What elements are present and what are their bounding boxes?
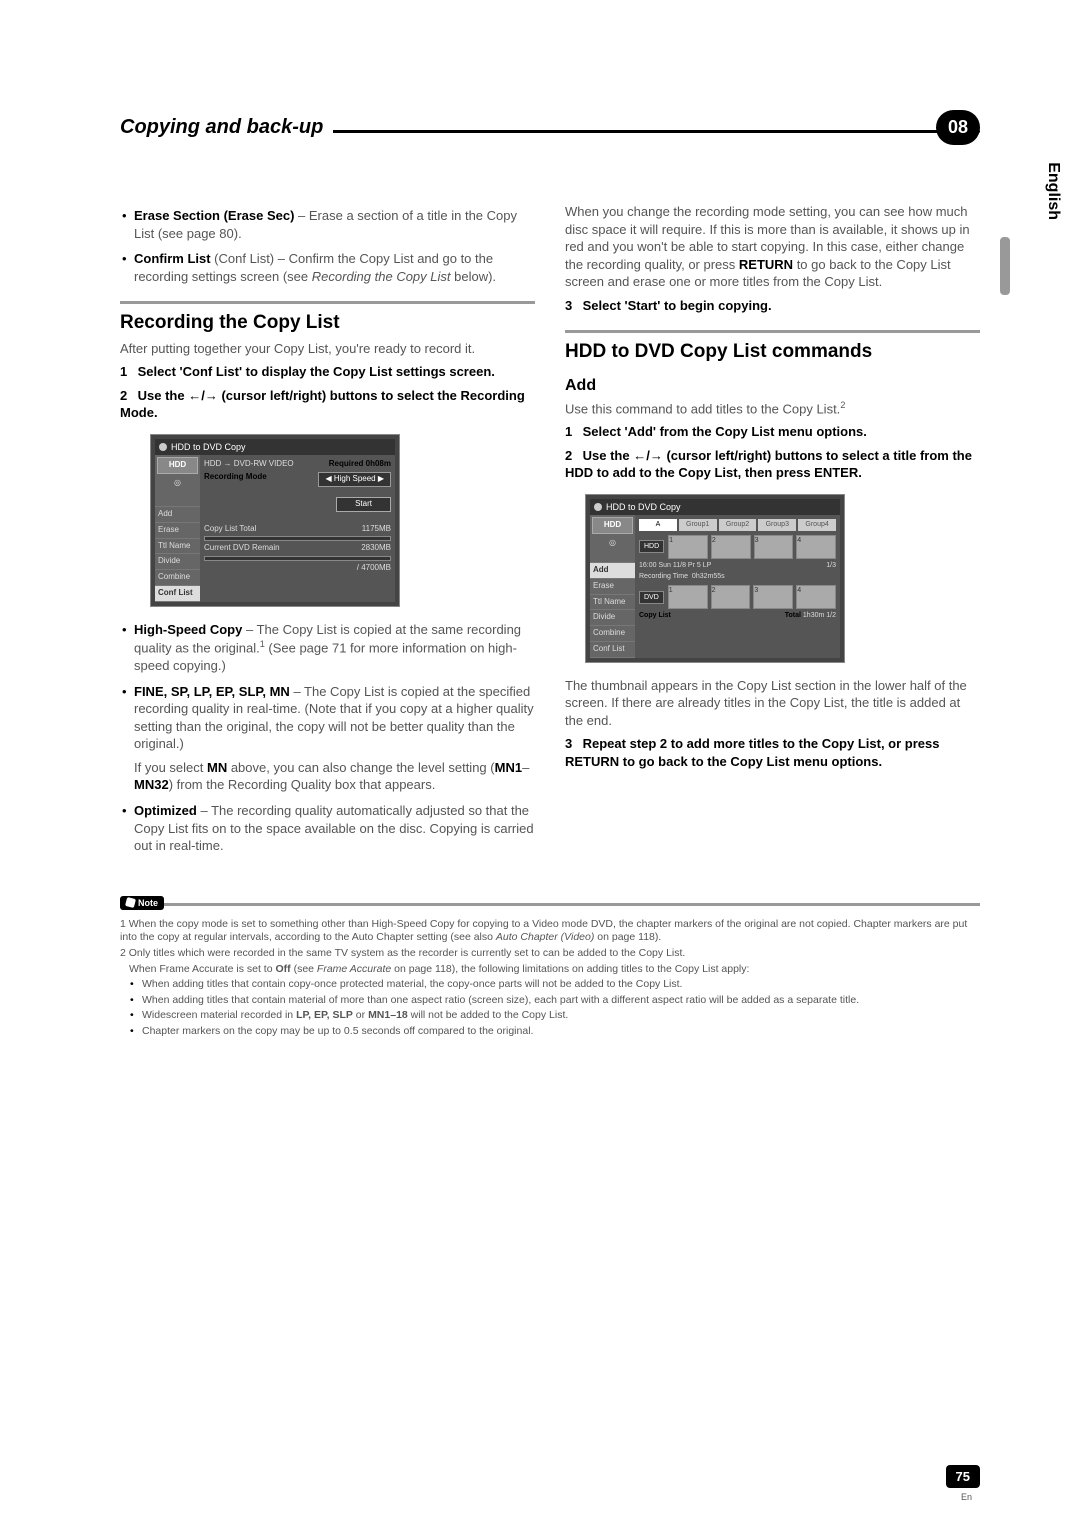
note-divider: Note [120,903,980,906]
thumb: 1 [668,585,708,609]
note-bullet: When adding titles that contain material… [142,994,980,1008]
start-button: Start [336,497,391,512]
ss1-sidebar: HDD ◎ Add Erase Ttl Name Divide Combine … [155,455,200,602]
erase-section-label: Erase Section (Erase Sec) [134,208,294,223]
page-lang: En [961,1492,972,1502]
thumb: 3 [754,535,794,559]
sidebar-item: Divide [155,554,200,570]
chapter-number-badge: 08 [936,110,980,145]
subsection-add: Add [565,375,980,397]
add-step-2: 2 Use the ←/→ (cursor left/right) button… [565,447,980,482]
step-2: 2 Use the ←/→ (cursor left/right) button… [120,387,535,422]
list-item: Confirm List (Conf List) – Confirm the C… [134,250,535,285]
recording-mode-value: ◀ High Speed ▶ [318,472,391,487]
list-item: High-Speed Copy – The Copy List is copie… [134,621,535,675]
thumb: 2 [711,535,751,559]
ss2-sidebar: HDD ◎ Add Erase Ttl Name Divide Combine … [590,515,635,658]
thumbnail-note: The thumbnail appears in the Copy List s… [565,677,980,730]
sidebar-item: Erase [590,579,635,595]
sidebar-item-selected: Add [590,563,635,579]
sidebar-item: Combine [590,626,635,642]
manual-page: Copying and back-up 08 English Erase Sec… [0,0,1080,1528]
list-item: Optimized – The recording quality automa… [134,802,535,855]
chapter-title: Copying and back-up [120,116,333,139]
list-item: FINE, SP, LP, EP, SLP, MN – The Copy Lis… [134,683,535,794]
page-header: Copying and back-up 08 [120,130,980,133]
step-1: 1 Select 'Conf List' to display the Copy… [120,363,535,381]
language-tab: English [1044,162,1062,220]
sidebar-item: Divide [590,610,635,626]
thumb: 4 [796,535,836,559]
note-bullet: Chapter markers on the copy may be up to… [142,1025,980,1039]
hdd-badge: HDD [592,517,633,534]
add-step-3: 3 Repeat step 2 to add more titles to th… [565,735,980,770]
confirm-list-label: Confirm List [134,251,211,266]
ss2-main: A Group1 Group2 Group3 Group4 HDD 1 2 3 [635,515,840,658]
thumb: 4 [796,585,836,609]
pencil-icon [125,897,136,908]
sidebar-item: Combine [155,570,200,586]
group-tabs: A Group1 Group2 Group3 Group4 [639,519,836,530]
screenshot-add-title: HDD to DVD Copy HDD ◎ Add Erase Ttl Name… [585,494,845,663]
intro-text: After putting together your Copy List, y… [120,340,535,358]
ss1-main: HDD → DVD-RW VIDEORequired 0h08m Recordi… [200,455,395,602]
step-3: 3 Select 'Start' to begin copying. [565,297,980,315]
left-column: Erase Section (Erase Sec) – Erase a sect… [120,203,535,863]
content-columns: Erase Section (Erase Sec) – Erase a sect… [120,203,980,863]
right-column: When you change the recording mode setti… [565,203,980,863]
section-hdd-dvd-commands: HDD to DVD Copy List commands [565,330,980,365]
sidebar-item: Add [155,507,200,523]
ss1-titlebar: HDD to DVD Copy [155,439,395,455]
sidebar-item: Ttl Name [155,539,200,555]
thumb: 3 [753,585,793,609]
footnotes: 1 When the copy mode is set to something… [120,918,980,1039]
sidebar-item: Ttl Name [590,595,635,611]
list-item: Erase Section (Erase Sec) – Erase a sect… [134,207,535,242]
mode-change-note: When you change the recording mode setti… [565,203,980,291]
add-step-1: 1 Select 'Add' from the Copy List menu o… [565,423,980,441]
disc-icon [594,503,602,511]
footnote-ref-2: 2 [840,400,845,410]
language-tab-bar [1000,237,1010,295]
thumb: 1 [668,535,708,559]
note-bullet: Widescreen material recorded in LP, EP, … [142,1009,980,1023]
dial-icon: ◎ [590,536,635,563]
screenshot-recording-settings: HDD to DVD Copy HDD ◎ Add Erase Ttl Name… [150,434,400,607]
hdd-badge: HDD [157,457,198,474]
sidebar-item: Erase [155,523,200,539]
section-recording-copy-list: Recording the Copy List [120,301,535,336]
dial-icon: ◎ [155,476,200,507]
disc-icon [159,443,167,451]
ss2-titlebar: HDD to DVD Copy [590,499,840,515]
note-bullet: When adding titles that contain copy-onc… [142,978,980,992]
page-number: 75 [946,1465,980,1488]
note-badge: Note [120,896,164,910]
thumb: 2 [711,585,751,609]
sidebar-item-selected: Conf List [155,586,200,602]
sidebar-item: Conf List [590,642,635,658]
